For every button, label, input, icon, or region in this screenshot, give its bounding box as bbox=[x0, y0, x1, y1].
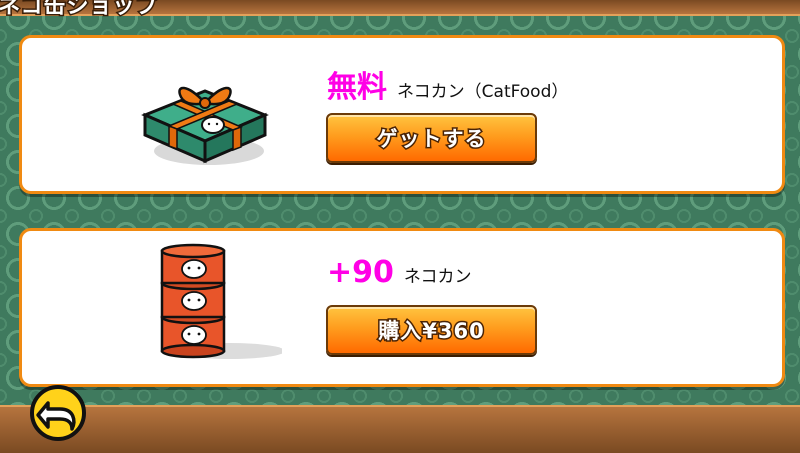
cat-food-cans-icon bbox=[160, 243, 282, 359]
price-highlight: 無料 bbox=[327, 70, 387, 105]
quantity-highlight: +90 bbox=[327, 255, 394, 290]
price-line: 無料 ネコカン（CatFood） bbox=[327, 62, 568, 106]
price-line: +90 ネコカン bbox=[327, 255, 472, 290]
top-title-bar: ネコ缶ショップ bbox=[0, 0, 800, 21]
item-name: ネコカン（CatFood） bbox=[397, 82, 569, 102]
item-name: ネコカン bbox=[403, 267, 472, 287]
gift-box-icon bbox=[141, 86, 269, 165]
back-arrow-icon[interactable] bbox=[26, 385, 90, 441]
bottom-bar bbox=[0, 405, 800, 453]
get-button[interactable]: ゲットする bbox=[326, 113, 537, 163]
shop-item-catfood-90: +90 ネコカン 購入¥360 bbox=[19, 228, 785, 387]
shop-item-free-catfood: 無料 ネコカン（CatFood） ゲットする bbox=[19, 35, 785, 194]
page-title: ネコ缶ショップ bbox=[0, 0, 159, 21]
purchase-button[interactable]: 購入¥360 bbox=[326, 305, 537, 355]
